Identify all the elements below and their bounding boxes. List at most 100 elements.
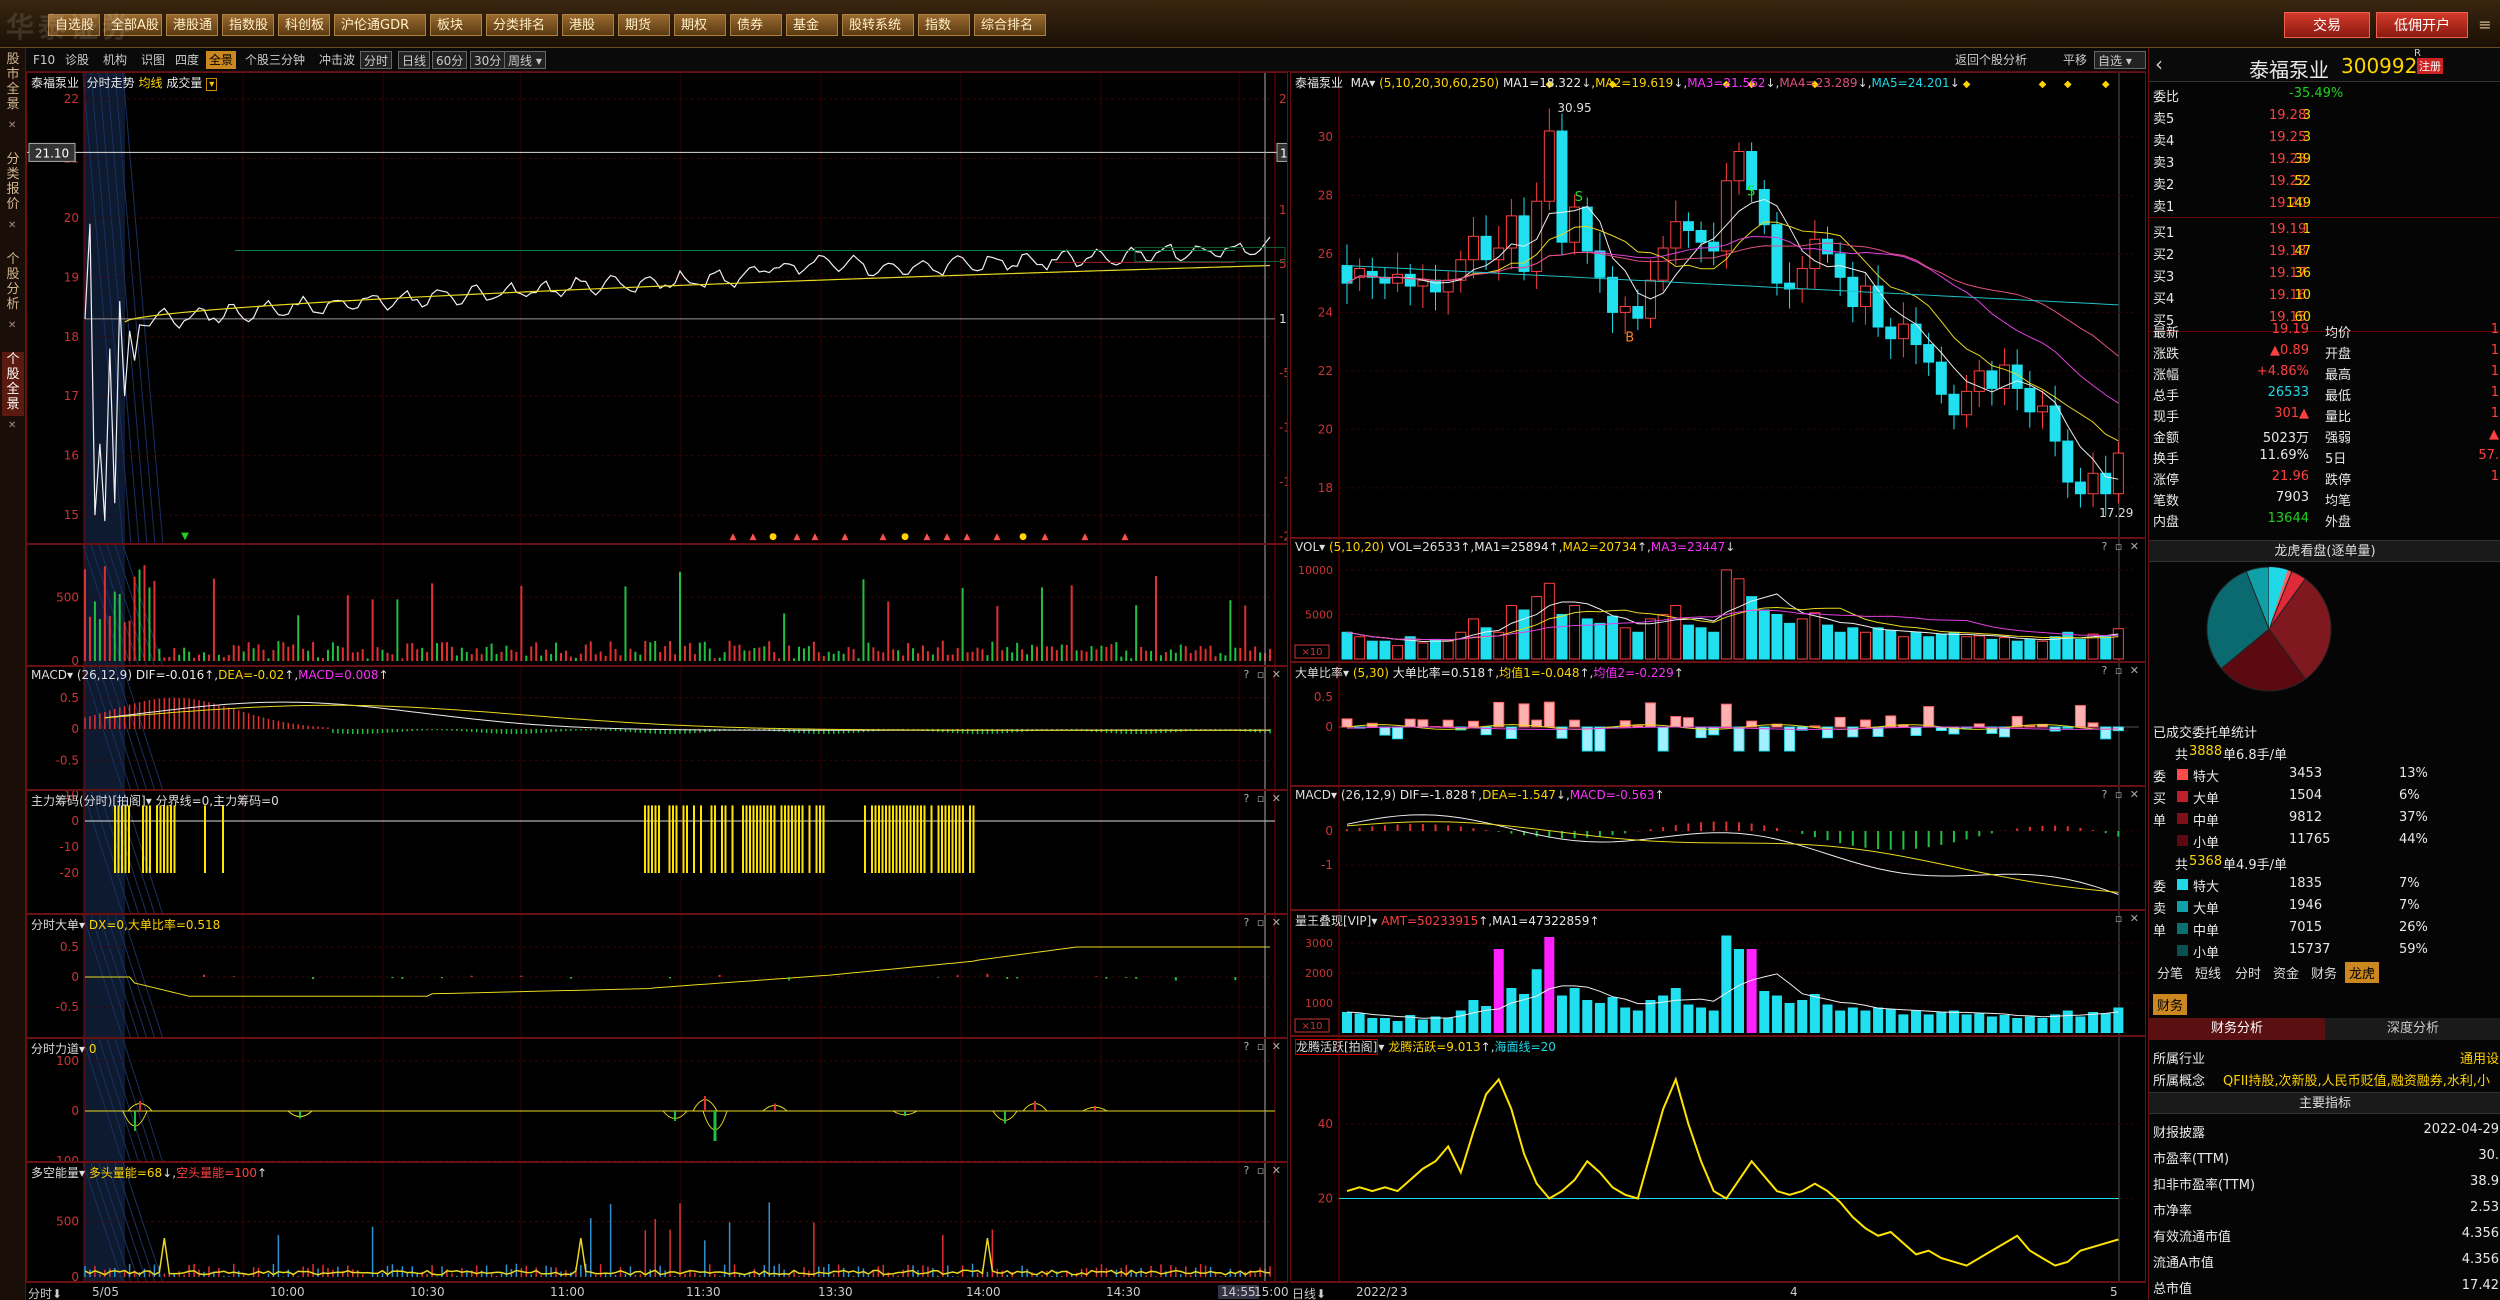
toolbar-button-9[interactable]: 期货 [618,14,670,36]
intraday-main-chips-pane[interactable]: 主力筹码(分时)[拍阁]▾ 分界线=0,主力筹码=0 ? ▫ ✕ 10 0 -10-… [26,790,1288,914]
subbar-item-7[interactable]: 冲击波 [316,51,358,69]
close-icon[interactable]: ✕ [8,420,16,431]
intraday-period-label[interactable]: 分时⬇ [28,1285,62,1300]
side-tab-1[interactable]: 分类报价 [2,152,24,216]
daily-dragon-active-pane[interactable]: 龙腾活跃[拍阁]▾ 龙腾活跃=9.013↑,海面线=20 40 20 [1290,1036,2146,1282]
subbar-item-2[interactable]: 机构 [100,51,130,69]
side-tab-0[interactable]: 股市全景 [2,52,24,116]
ask-row[interactable]: 卖2 19.22 52 [2149,172,2500,193]
pane-controls[interactable]: ▫ ✕ [2115,912,2141,925]
daily-kline-pane[interactable]: 泰福泵业 MA▾ (5,10,20,30,60,250) MA1=18.322↓… [1290,72,2146,538]
bid-row[interactable]: 买3 19.17 36 [2149,264,2500,285]
intraday-force-pane[interactable]: 分时力道▾ 0 ? ▫ ✕ 100 0 -100 [26,1038,1288,1162]
side-tab-3[interactable]: 个股全景 [2,352,24,416]
dvol-name[interactable]: VOL [1295,540,1319,554]
period-2[interactable]: 60分 [432,51,468,69]
lt-name[interactable]: 龙腾活跃[拍阁] [1295,1039,1379,1055]
pane-controls[interactable]: ? ▫ ✕ [1243,916,1283,929]
bid-row[interactable]: 买2 19.18 47 [2149,242,2500,263]
toolbar-button-8[interactable]: 港股 [562,14,614,36]
daily-period-label[interactable]: 日线⬇ [1292,1285,1326,1300]
pane-controls[interactable]: ? ▫ ✕ [1243,1164,1283,1177]
ask-row[interactable]: 卖5 19.28 3 [2149,106,2500,127]
toolbar-button-6[interactable]: 板块 [430,14,482,36]
return-analysis-button[interactable]: 返回个股分析 [1952,51,2030,69]
back-icon[interactable]: ‹ [2155,52,2163,76]
subbar-item-4[interactable]: 四度 [172,51,202,69]
margin-account-button[interactable]: 低佣开户 [2376,12,2468,38]
intraday-volume-pane[interactable]: 500 0 [26,544,1288,666]
panel-tab-5[interactable]: 龙虎 [2345,962,2380,983]
bid-row[interactable]: 买1 19.19 1 [2149,220,2500,241]
ddb-name[interactable]: 大单比率 [1295,666,1343,680]
dkn-name[interactable]: 多空能量 [31,1166,79,1180]
close-icon[interactable]: ✕ [8,220,16,231]
subbar-item-6[interactable]: 个股三分钟 [242,51,308,69]
daily-macd-pane[interactable]: MACD▾ (26,12,9) DIF=-1.828↑,DEA=-1.547↓,… [1290,786,2146,910]
close-icon[interactable]: ✕ [8,120,16,131]
panel-tab-2[interactable]: 分时 [2231,962,2265,983]
toolbar-button-7[interactable]: 分类排名 [486,14,558,36]
toolbar-button-5[interactable]: 沪伦通GDR [334,14,426,36]
toolbar-button-3[interactable]: 指数股 [222,14,274,36]
subbar-item-5[interactable]: 全景 [206,51,237,69]
toolbar-button-2[interactable]: 港股通 [166,14,218,36]
ask-row[interactable]: 卖1 19.20 149 [2149,194,2500,215]
lw-name[interactable]: 量王叠现[VIP] [1295,914,1371,928]
pane-controls[interactable]: ? ▫ ✕ [2101,664,2141,677]
panel-tab-1[interactable]: 短线 [2191,962,2225,983]
toolbar-button-15[interactable]: 综合排名 [974,14,1046,36]
toolbar-button-14[interactable]: 指数 [918,14,970,36]
intraday-macd-pane[interactable]: MACD▾ (26,12,9) DIF=-0.016↑,DEA=-0.02↑,M… [26,666,1288,790]
toolbar-button-11[interactable]: 债券 [730,14,782,36]
panel-tab-3[interactable]: 资金 [2269,962,2303,983]
pane-controls[interactable]: ? ▫ ✕ [1243,1040,1283,1053]
close-icon[interactable]: ✕ [8,320,16,331]
daily-volume-king-pane[interactable]: 量王叠现[VIP]▾ AMT=50233915↑,MA1=47322859↑ ▫… [1290,910,2146,1036]
deep-analysis-tab[interactable]: 深度分析 [2325,1018,2500,1040]
fsdd-name[interactable]: 分时大单 [31,918,79,932]
intraday-price-pane[interactable]: 泰福泵业 分时走势 均线 成交量 ▾ 222120191817161520%10… [26,72,1288,544]
zl-name[interactable]: 主力筹码(分时) [31,794,112,808]
period-1[interactable]: 日线 [398,51,431,69]
daily-big-ratio-pane[interactable]: 大单比率▾ (5,30) 大单比率=0.518↑,均值1=-0.048↑,均值2… [1290,662,2146,786]
panel-tab-0[interactable]: 分笔 [2153,962,2187,983]
period-0[interactable]: 分时 [360,51,393,69]
intraday-big-order-pane[interactable]: 分时大单▾ DX=0,大单比率=0.518 ? ▫ ✕ 0.5 0 -0.5 [26,914,1288,1038]
ask-row[interactable]: 卖3 19.23 39 [2149,150,2500,171]
period-3[interactable]: 30分 [470,51,506,69]
toolbar-button-4[interactable]: 科创板 [278,14,330,36]
summary-suffix: 单4.9手/单 [2223,858,2288,873]
candle-body [1897,323,1909,340]
ask-row[interactable]: 卖4 19.25 3 [2149,128,2500,149]
panel-tab-4[interactable]: 财务 [2307,962,2341,983]
pane-controls[interactable]: ? ▫ ✕ [1243,668,1283,681]
bid-row[interactable]: 买4 19.16 10 [2149,286,2500,307]
fsld-name[interactable]: 分时力道 [31,1042,79,1056]
pane-controls[interactable]: ? ▫ ✕ [2101,540,2141,553]
pane-controls[interactable]: ? ▫ ✕ [1243,792,1283,805]
watchlist-dropdown[interactable]: 自选 ▾ [2094,51,2146,69]
pane-controls[interactable]: ? ▫ ✕ [2101,788,2141,801]
subbar-item-0[interactable]: F10 [30,51,58,69]
period-4[interactable]: 周线 ▾ [504,51,546,69]
pan-button[interactable]: 平移 [2060,51,2090,69]
trade-button[interactable]: 交易 [2284,12,2370,38]
dvol-bar [1733,578,1745,660]
toolbar-button-12[interactable]: 基金 [786,14,838,36]
toolbar-button-10[interactable]: 期权 [674,14,726,36]
toolbar-button-13[interactable]: 股转系统 [842,14,914,36]
chevron-down-icon[interactable]: ▾ [206,78,218,91]
ma-dropdown[interactable]: MA [1351,76,1370,90]
side-tab-2[interactable]: 个股分析 [2,252,24,316]
finance-tab[interactable]: 财务 [2153,994,2188,1015]
finance-analysis-tab[interactable]: 财务分析 [2149,1018,2325,1040]
subbar-item-3[interactable]: 识图 [138,51,168,69]
dmacd-name[interactable]: MACD [1295,788,1331,802]
dvol-bar [1467,618,1479,660]
macd-name[interactable]: MACD [31,668,67,682]
intraday-energy-pane[interactable]: 多空能量▾ 多头量能=68↓,空头量能=100↑ ? ▫ ✕ 500 0 [26,1162,1288,1282]
subbar-item-1[interactable]: 诊股 [62,51,92,69]
more-icon[interactable]: ≡ [2474,12,2496,38]
daily-volume-pane[interactable]: VOL▾ (5,10,20) VOL=26533↑,MA1=25894↑,MA2… [1290,538,2146,662]
